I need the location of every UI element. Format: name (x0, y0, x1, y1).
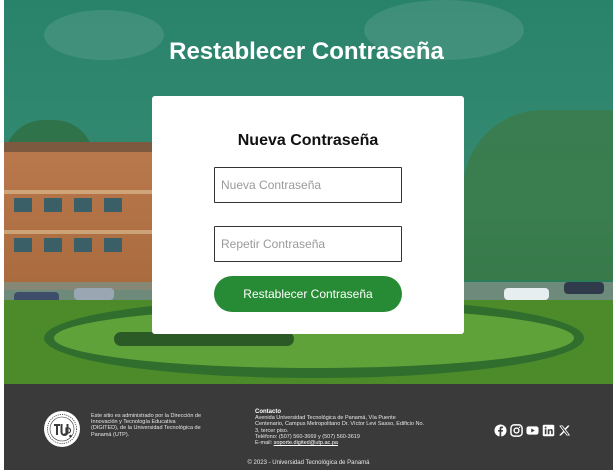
social-links (494, 423, 571, 437)
car (564, 282, 604, 294)
linkedin-icon[interactable] (542, 424, 555, 437)
car (74, 288, 114, 300)
email-link[interactable]: soporte.digited@utp.ac.pa (274, 440, 338, 446)
utp-logo-icon (44, 411, 80, 447)
reset-password-card: Nueva Contraseña Restablecer Contraseña (152, 96, 464, 334)
facebook-icon[interactable] (494, 423, 507, 437)
card-title: Nueva Contraseña (237, 132, 379, 149)
trees (463, 110, 613, 280)
email-label: E-mail: (255, 440, 273, 447)
admin-notice: Este sitio es administrado por la Direcc… (91, 413, 202, 438)
new-password-input[interactable] (214, 167, 402, 203)
footer: Este sitio es administrado por la Direcc… (4, 384, 613, 470)
youtube-icon[interactable] (526, 424, 539, 437)
car (504, 288, 549, 300)
page-title: Restablecer Contraseña (169, 38, 444, 65)
contact-email-row: E-mail: soporte.digited@utp.ac.pa (255, 440, 425, 446)
copyright: © 2023 - Universidad Tecnológica de Pana… (247, 460, 370, 466)
instagram-icon[interactable] (510, 423, 523, 437)
contact-block: Contacto Avenida Universidad Tecnológica… (255, 409, 425, 446)
x-icon[interactable] (558, 424, 571, 437)
hedge (114, 332, 294, 346)
campus-building (4, 142, 154, 290)
contact-address: Avenida Universidad Tecnológica de Panam… (255, 415, 425, 434)
reset-password-button[interactable]: Restablecer Contraseña (214, 276, 402, 312)
repeat-password-input[interactable] (214, 226, 402, 262)
